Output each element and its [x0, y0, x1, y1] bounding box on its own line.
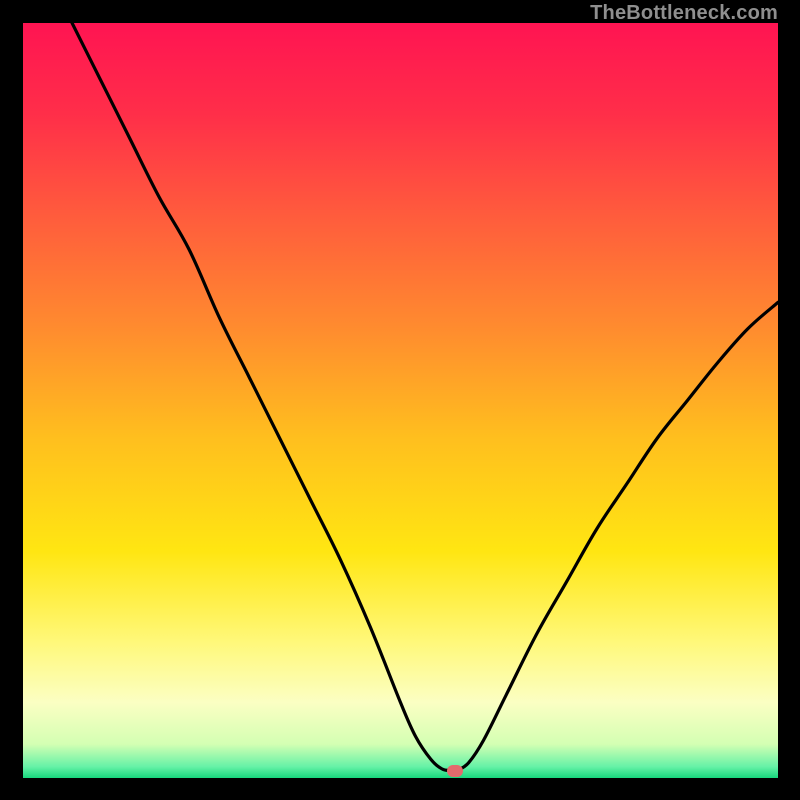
curve-right-segment	[457, 302, 778, 770]
optimal-point-marker	[447, 765, 463, 777]
curve-left-segment	[72, 23, 449, 770]
watermark-label: TheBottleneck.com	[590, 2, 778, 25]
chart-frame: TheBottleneck.com	[0, 0, 800, 800]
bottleneck-curve	[23, 23, 778, 778]
plot-area	[23, 23, 778, 778]
